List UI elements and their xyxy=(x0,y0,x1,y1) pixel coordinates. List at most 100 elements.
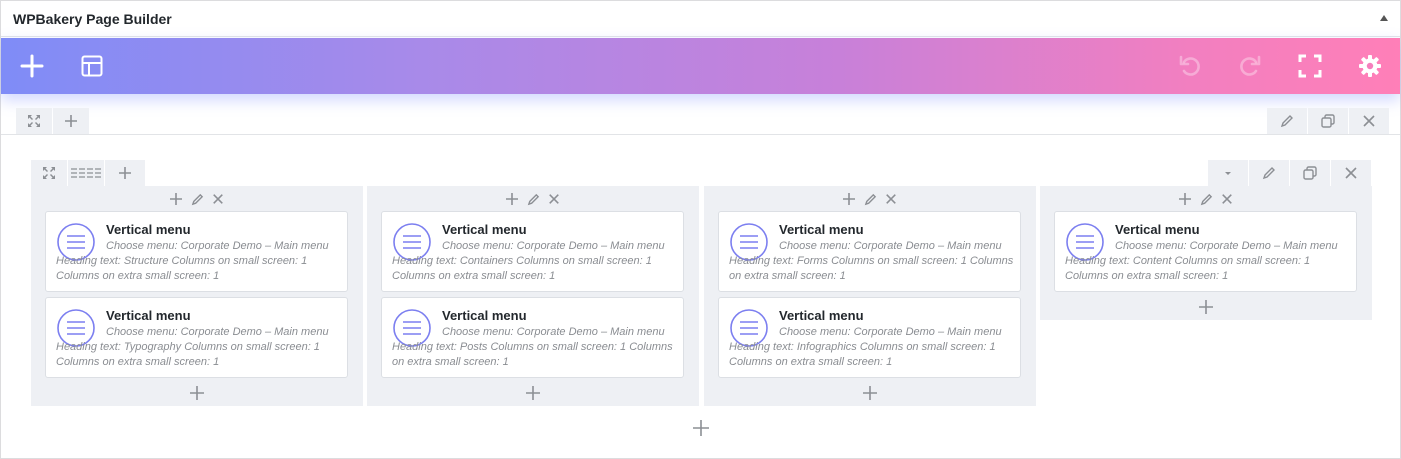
element-vertical-menu[interactable]: Vertical menu Choose menu: Corporate Dem… xyxy=(381,211,684,292)
layout-icon xyxy=(81,55,103,77)
page-builder-panel: WPBakery Page Builder Vertical menu Choo… xyxy=(0,0,1401,459)
move-icon xyxy=(43,167,55,179)
settings-button[interactable] xyxy=(1340,38,1400,94)
inner-row-delete-button[interactable] xyxy=(1331,160,1371,186)
plus-icon xyxy=(526,386,540,400)
plus-icon xyxy=(170,193,182,205)
templates-button[interactable] xyxy=(62,38,122,94)
caret-down-icon xyxy=(1225,172,1231,175)
element-vertical-menu[interactable]: Vertical menu Choose menu: Corporate Dem… xyxy=(718,211,1021,292)
inner-row-add-button[interactable] xyxy=(105,160,145,186)
plus-icon xyxy=(190,386,204,400)
element-description: Choose menu: Corporate Demo – Main menu … xyxy=(729,240,1014,282)
column-delete-button[interactable] xyxy=(1219,191,1236,208)
inner-row-clone-button[interactable] xyxy=(1290,160,1330,186)
column-add-element-button[interactable] xyxy=(524,384,542,402)
fullscreen-icon xyxy=(1298,54,1322,78)
column-delete-button[interactable] xyxy=(883,191,900,208)
row-delete-button[interactable] xyxy=(1349,108,1389,134)
element-title: Vertical menu xyxy=(442,308,527,323)
inner-row-edit-button[interactable] xyxy=(1249,160,1289,186)
column-delete-button[interactable] xyxy=(546,191,563,208)
element-title: Vertical menu xyxy=(779,222,864,237)
column-add-button[interactable] xyxy=(841,191,858,208)
row-move-button[interactable] xyxy=(16,108,52,134)
plus-icon xyxy=(20,54,44,78)
element-description: Choose menu: Corporate Demo – Main menu … xyxy=(729,326,1002,368)
column-edit-button[interactable] xyxy=(525,191,542,208)
element-vertical-menu[interactable]: Vertical menu Choose menu: Corporate Dem… xyxy=(381,297,684,378)
inner-row-layout-button[interactable] xyxy=(68,160,104,186)
pencil-icon xyxy=(1200,193,1212,205)
column-tools xyxy=(1040,190,1372,208)
panel-title: WPBakery Page Builder xyxy=(13,11,172,27)
row-controls-right xyxy=(1267,108,1389,134)
element-description: Choose menu: Corporate Demo – Main menu … xyxy=(56,240,329,282)
plus-icon xyxy=(506,193,518,205)
element-vertical-menu[interactable]: Vertical menu Choose menu: Corporate Dem… xyxy=(1054,211,1357,292)
close-icon xyxy=(213,194,223,204)
element-description: Choose menu: Corporate Demo – Main menu … xyxy=(392,326,673,368)
element-description: Choose menu: Corporate Demo – Main menu … xyxy=(1065,240,1338,282)
close-icon xyxy=(1345,167,1357,179)
plus-icon xyxy=(1179,193,1191,205)
column-add-button[interactable] xyxy=(168,191,185,208)
plus-icon xyxy=(65,115,77,127)
column-tools xyxy=(367,190,699,208)
column-tools xyxy=(704,190,1036,208)
close-icon xyxy=(1222,194,1232,204)
panel-header[interactable]: WPBakery Page Builder xyxy=(1,1,1400,37)
element-description: Choose menu: Corporate Demo – Main menu … xyxy=(56,326,329,368)
column-add-element-button[interactable] xyxy=(1197,298,1215,316)
column-add-button[interactable] xyxy=(1177,191,1194,208)
add-element-button[interactable] xyxy=(2,38,62,94)
close-icon xyxy=(1363,115,1375,127)
pencil-icon xyxy=(1262,167,1275,180)
column: Vertical menu Choose menu: Corporate Dem… xyxy=(367,186,699,406)
column-add-button[interactable] xyxy=(504,191,521,208)
gear-icon xyxy=(1359,55,1381,77)
row-edit-button[interactable] xyxy=(1267,108,1307,134)
column-edit-button[interactable] xyxy=(189,191,206,208)
row-controls-left xyxy=(16,108,89,134)
fullscreen-button[interactable] xyxy=(1280,38,1340,94)
column-edit-button[interactable] xyxy=(862,191,879,208)
plus-icon xyxy=(693,420,709,436)
row-divider xyxy=(1,134,1400,135)
inner-row-toggle-button[interactable] xyxy=(1208,160,1248,186)
inner-row-controls-left xyxy=(31,160,145,186)
element-vertical-menu[interactable]: Vertical menu Choose menu: Corporate Dem… xyxy=(45,211,348,292)
element-title: Vertical menu xyxy=(106,222,191,237)
element-vertical-menu[interactable]: Vertical menu Choose menu: Corporate Dem… xyxy=(718,297,1021,378)
plus-icon xyxy=(843,193,855,205)
collapse-arrow-icon[interactable] xyxy=(1380,15,1388,21)
column: Vertical menu Choose menu: Corporate Dem… xyxy=(704,186,1036,406)
pencil-icon xyxy=(864,193,876,205)
close-icon xyxy=(886,194,896,204)
undo-button[interactable] xyxy=(1160,38,1220,94)
builder-navbar xyxy=(1,38,1400,94)
redo-icon xyxy=(1240,55,1261,76)
pencil-icon xyxy=(527,193,539,205)
element-vertical-menu[interactable]: Vertical menu Choose menu: Corporate Dem… xyxy=(45,297,348,378)
add-row-button[interactable] xyxy=(692,419,710,437)
element-title: Vertical menu xyxy=(1115,222,1200,237)
row-add-column-button[interactable] xyxy=(53,108,89,134)
column-edit-button[interactable] xyxy=(1198,191,1215,208)
column-tools xyxy=(31,190,363,208)
row-clone-button[interactable] xyxy=(1308,108,1348,134)
column: Vertical menu Choose menu: Corporate Dem… xyxy=(31,186,363,406)
inner-row-controls-right xyxy=(1208,160,1371,186)
column-add-element-button[interactable] xyxy=(861,384,879,402)
redo-button[interactable] xyxy=(1220,38,1280,94)
pencil-icon xyxy=(1280,115,1293,128)
clone-icon xyxy=(1321,114,1335,128)
inner-row-move-button[interactable] xyxy=(31,160,67,186)
element-title: Vertical menu xyxy=(442,222,527,237)
column-add-element-button[interactable] xyxy=(188,384,206,402)
clone-icon xyxy=(1303,166,1317,180)
column-delete-button[interactable] xyxy=(210,191,227,208)
columns-layout-icon xyxy=(71,168,101,178)
undo-icon xyxy=(1179,55,1200,76)
element-title: Vertical menu xyxy=(106,308,191,323)
